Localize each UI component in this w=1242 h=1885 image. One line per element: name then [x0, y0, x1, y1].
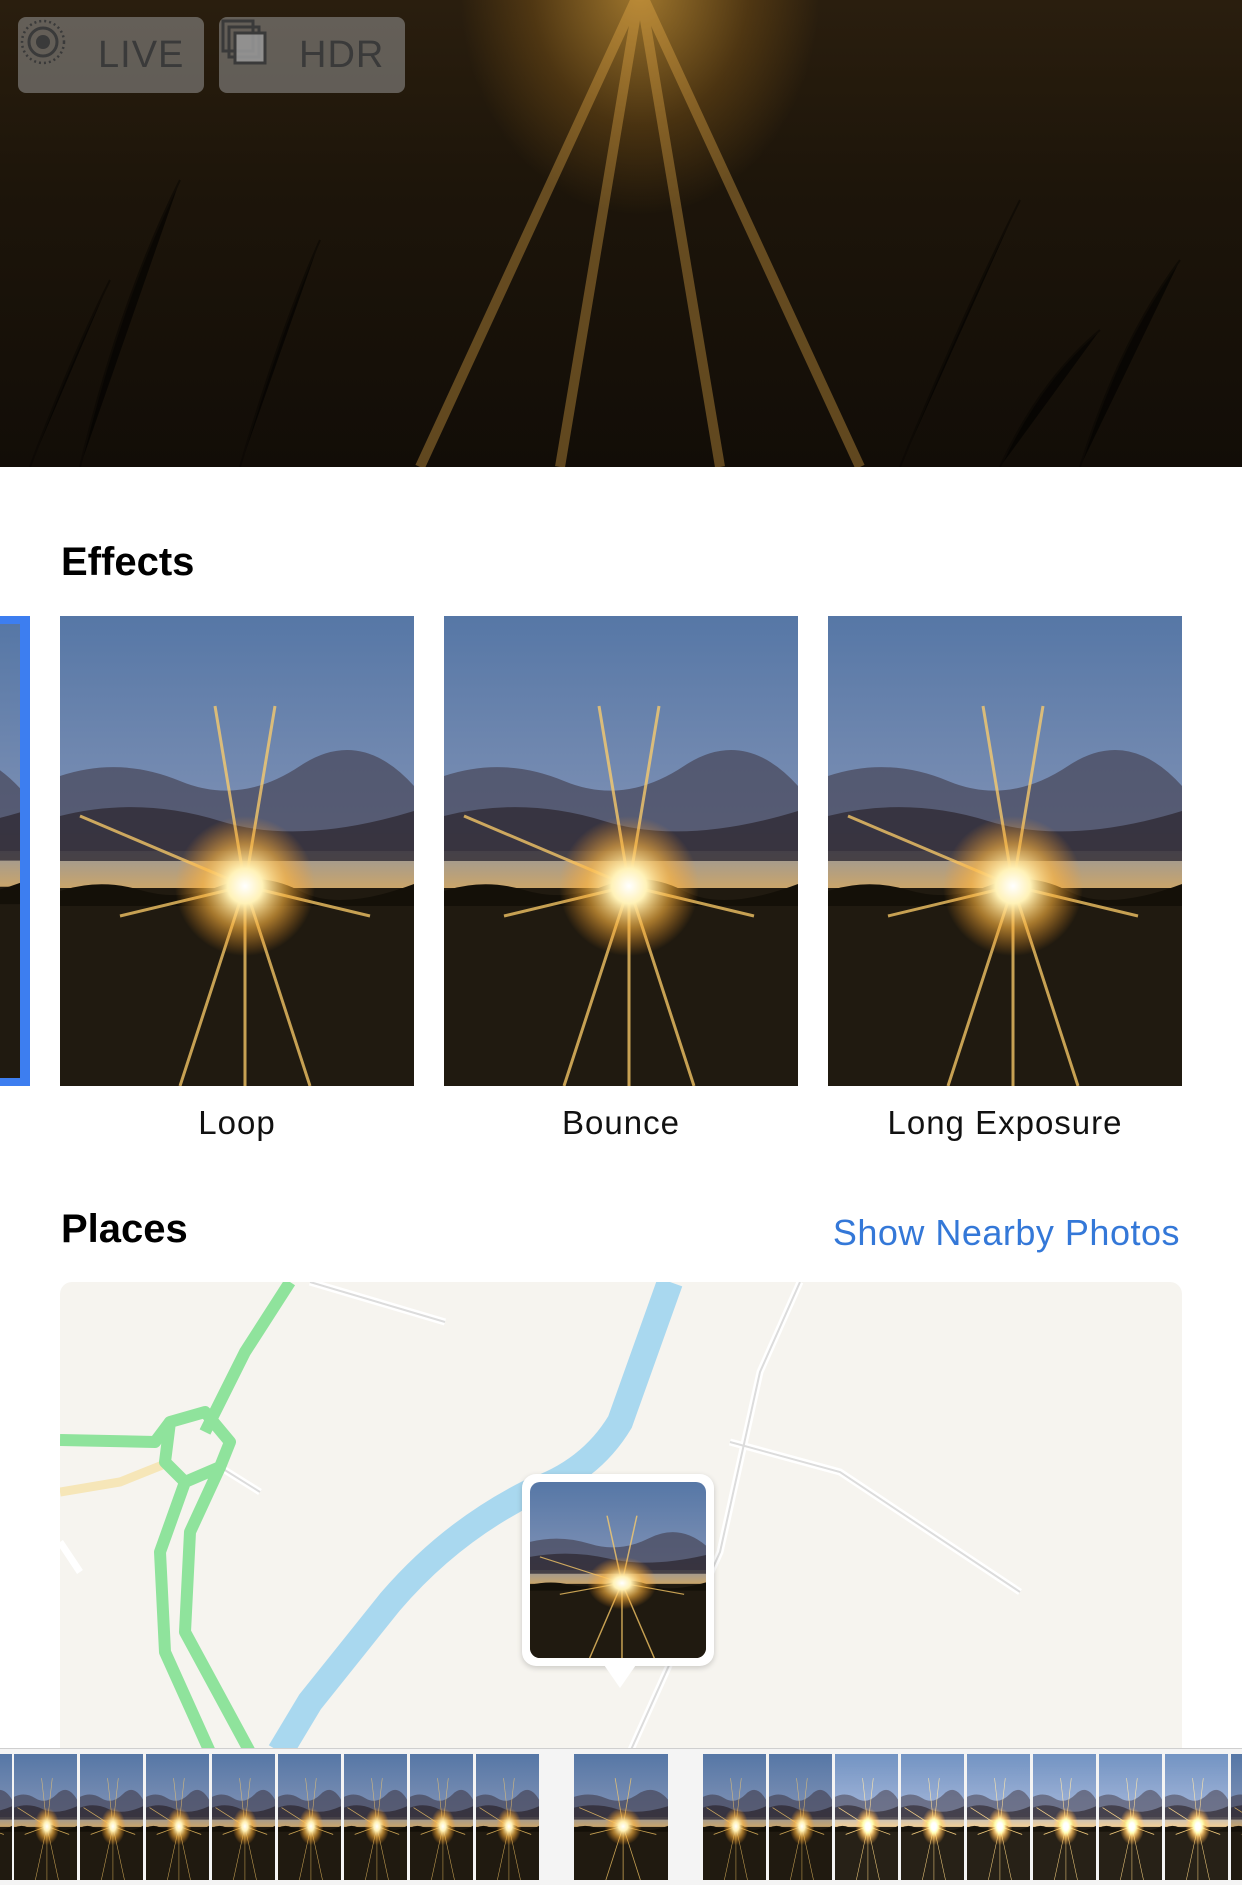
filmstrip-thumbnail[interactable] — [967, 1754, 1030, 1880]
filmstrip-thumbnail[interactable] — [1165, 1754, 1228, 1880]
places-heading: Places — [61, 1207, 188, 1251]
hdr-label: HDR — [299, 33, 385, 76]
filmstrip-thumbnail[interactable] — [80, 1754, 143, 1880]
effect-thumbnail — [0, 624, 20, 1078]
filmstrip-thumbnail[interactable] — [1231, 1754, 1242, 1880]
map-photo-pin[interactable] — [522, 1474, 714, 1688]
effect-card-long-exposure[interactable] — [828, 616, 1182, 1086]
effect-card-bounce[interactable] — [444, 616, 798, 1086]
filmstrip-thumbnail[interactable] — [410, 1754, 473, 1880]
filmstrip-thumbnail[interactable] — [278, 1754, 341, 1880]
effect-card-loop[interactable] — [60, 616, 414, 1086]
filmstrip-thumbnail[interactable] — [703, 1754, 766, 1880]
hdr-icon — [221, 19, 291, 83]
show-nearby-photos-link[interactable]: Show Nearby Photos — [833, 1212, 1180, 1254]
filmstrip-thumbnail[interactable] — [835, 1754, 898, 1880]
map-pin-pointer — [602, 1662, 638, 1688]
filmstrip-thumbnail[interactable] — [0, 1754, 12, 1880]
filmstrip-thumbnail[interactable] — [146, 1754, 209, 1880]
live-photo-icon — [20, 19, 90, 83]
places-map[interactable] — [60, 1282, 1182, 1752]
effect-label-loop: Loop — [198, 1104, 276, 1141]
filmstrip-thumbnail[interactable] — [1033, 1754, 1096, 1880]
filmstrip-thumbnail[interactable] — [212, 1754, 275, 1880]
photo-filmstrip[interactable] — [0, 1748, 1242, 1885]
filmstrip-thumbnail[interactable] — [769, 1754, 832, 1880]
effects-heading: Effects — [61, 540, 195, 584]
filmstrip-thumbnail[interactable] — [476, 1754, 539, 1880]
hdr-badge[interactable]: HDR — [219, 17, 405, 93]
effect-thumbnail — [828, 616, 1182, 1086]
filmstrip-thumbnail-current[interactable] — [574, 1754, 668, 1880]
effect-thumbnail — [444, 616, 798, 1086]
effect-label-long-exposure: Long Exposure — [887, 1104, 1123, 1141]
map-pin-photo — [530, 1482, 706, 1658]
photo-viewer[interactable]: LIVE HDR — [0, 0, 1242, 467]
filmstrip-thumbnail[interactable] — [1099, 1754, 1162, 1880]
effect-card-live-selected[interactable] — [0, 616, 30, 1086]
filmstrip-thumbnail[interactable] — [14, 1754, 77, 1880]
live-badge[interactable]: LIVE — [18, 17, 204, 93]
effect-label-bounce: Bounce — [562, 1104, 680, 1141]
live-label: LIVE — [98, 33, 185, 76]
effect-thumbnail — [60, 616, 414, 1086]
filmstrip-thumbnail[interactable] — [901, 1754, 964, 1880]
filmstrip-thumbnail[interactable] — [344, 1754, 407, 1880]
